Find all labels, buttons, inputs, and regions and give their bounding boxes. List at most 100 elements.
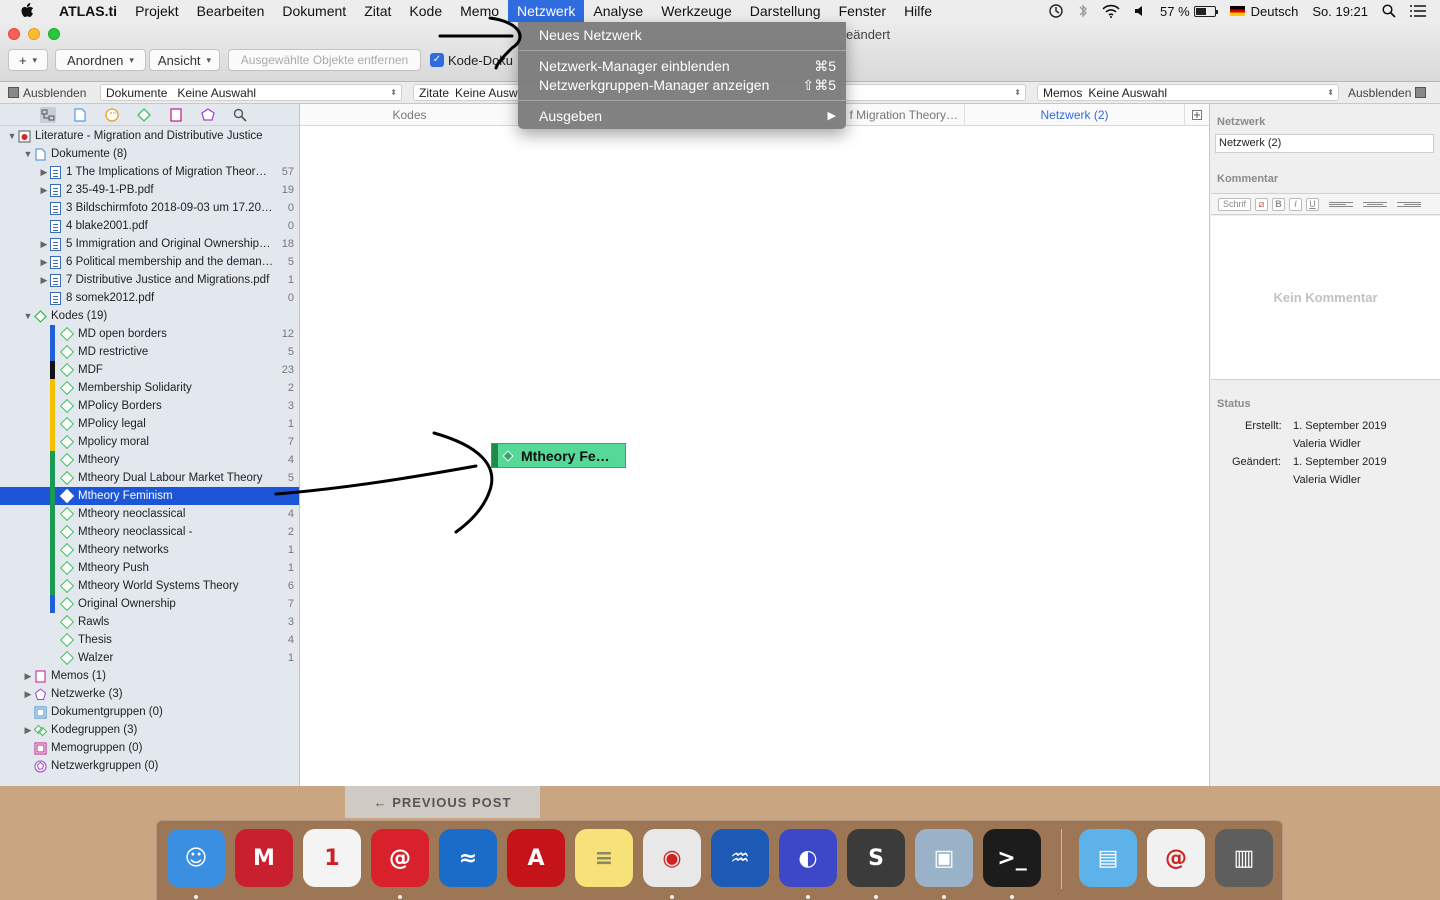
align-right-icon[interactable] xyxy=(1397,201,1421,207)
hide-right-panel-button[interactable]: Ausblenden xyxy=(1348,84,1430,101)
tree-codes-header[interactable]: ▼ Kodes (19) xyxy=(0,307,299,325)
menu-darstellung[interactable]: Darstellung xyxy=(741,0,830,22)
tree-code-item[interactable]: Mtheory neoclassical - 2 xyxy=(0,523,299,541)
tree-code-item[interactable]: MDF 23 xyxy=(0,361,299,379)
network-node-mtheory-feminism[interactable]: Mtheory Fe… xyxy=(491,443,626,468)
tree-code-item[interactable]: MD open borders 12 xyxy=(0,325,299,343)
dock-chrome-icon[interactable]: ◉ xyxy=(643,829,701,887)
dock-calendar-icon[interactable]: 1 xyxy=(303,829,361,887)
bold-button[interactable]: B xyxy=(1272,197,1285,211)
dock-sublime-icon[interactable]: S xyxy=(847,829,905,887)
previous-post-link[interactable]: ← PREVIOUS POST xyxy=(345,786,540,818)
align-left-icon[interactable] xyxy=(1329,201,1353,207)
tree-code-item[interactable]: Mtheory Dual Labour Market Theory 5 xyxy=(0,469,299,487)
tree-code-item[interactable]: Membership Solidarity 2 xyxy=(0,379,299,397)
disclosure-closed-icon[interactable]: ▶ xyxy=(22,689,34,700)
tree-code-item[interactable]: Mtheory 4 xyxy=(0,451,299,469)
tree-group-item[interactable]: Memogruppen (0) xyxy=(0,739,299,757)
tree-root-project[interactable]: ▼ Literature - Migration and Distributive… xyxy=(0,127,299,145)
comment-editor[interactable]: Kein Kommentar xyxy=(1211,216,1440,380)
menu-app-name[interactable]: ATLAS.ti xyxy=(50,0,126,22)
documents-filter[interactable]: Dokumente Keine Auswahl ⬍ xyxy=(100,84,402,101)
view-button[interactable]: Ansicht ▾ xyxy=(149,49,220,71)
tree-document-item[interactable]: 4 blake2001.pdf 0 xyxy=(0,217,299,235)
tree-code-item[interactable]: Mtheory networks 1 xyxy=(0,541,299,559)
dock-atlas-ti-icon[interactable]: @ xyxy=(371,829,429,887)
tree-code-item[interactable]: MPolicy legal 1 xyxy=(0,415,299,433)
color-button[interactable]: ⧄ xyxy=(1255,197,1268,211)
apple-icon[interactable] xyxy=(18,2,36,20)
battery-status[interactable]: 57 % xyxy=(1160,4,1218,19)
menu-bearbeiten[interactable]: Bearbeiten xyxy=(188,0,274,22)
dock-finder-icon[interactable]: ☺ xyxy=(167,829,225,887)
tree-code-item[interactable]: Thesis 4 xyxy=(0,631,299,649)
arrange-button[interactable]: Anordnen ▾ xyxy=(55,49,146,71)
tree-group-item[interactable]: Netzwerkgruppen (0) xyxy=(0,757,299,775)
close-window-button[interactable] xyxy=(8,28,20,40)
quotes-filter[interactable]: Zitate Keine Ausw xyxy=(413,84,523,101)
dock-trash-icon[interactable]: ▥ xyxy=(1215,829,1273,887)
disclosure-open-icon[interactable]: ▼ xyxy=(6,131,18,141)
tree-code-item[interactable]: Walzer 1 xyxy=(0,649,299,667)
disclosure-closed-icon[interactable]: ▶ xyxy=(38,185,50,196)
menu-zitat[interactable]: Zitat xyxy=(355,0,400,22)
quotes-icon[interactable]: "" xyxy=(104,107,120,123)
disclosure-closed-icon[interactable]: ▶ xyxy=(38,275,50,286)
tree-code-item[interactable]: Mpolicy moral 7 xyxy=(0,433,299,451)
documents-icon[interactable] xyxy=(72,107,88,123)
dock-openoffice-icon[interactable]: ≈ xyxy=(439,829,497,887)
menu-dokument[interactable]: Dokument xyxy=(273,0,355,22)
memos-filter[interactable]: Memos Keine Auswahl ⬍ xyxy=(1037,84,1339,101)
menu-werkzeuge[interactable]: Werkzeuge xyxy=(652,0,741,22)
tree-code-item[interactable]: Mtheory Feminism xyxy=(0,487,299,505)
codes-filter[interactable]: ⬍ xyxy=(840,84,1026,101)
notification-center-icon[interactable] xyxy=(1410,5,1426,17)
font-button[interactable]: Schrif xyxy=(1218,197,1251,211)
tab-network-2[interactable]: Netzwerk (2) xyxy=(965,104,1185,126)
networks-icon[interactable] xyxy=(200,107,216,123)
tab-codes[interactable]: Kodes xyxy=(300,104,520,126)
spotlight-search-icon[interactable] xyxy=(1382,4,1396,18)
menu-projekt[interactable]: Projekt xyxy=(126,0,188,22)
network-name-field[interactable]: Netzwerk (2) xyxy=(1215,134,1434,153)
tree-group-item[interactable]: ▶ Netzwerke (3) xyxy=(0,685,299,703)
add-tab-button[interactable] xyxy=(1185,104,1209,126)
tree-group-item[interactable]: ▶ Memos (1) xyxy=(0,667,299,685)
menu-item-new-network[interactable]: Neues Netzwerk xyxy=(539,26,836,44)
input-language[interactable]: Deutsch xyxy=(1229,4,1298,19)
tree-group-item[interactable]: Dokumentgruppen (0) xyxy=(0,703,299,721)
dock-firefox-icon[interactable]: ◐ xyxy=(779,829,837,887)
menu-item-export[interactable]: Ausgeben ▶ xyxy=(539,107,836,125)
remove-selected-button[interactable]: Ausgewählte Objekte entfernen xyxy=(228,49,421,71)
italic-button[interactable]: I xyxy=(1289,197,1302,211)
tree-code-item[interactable]: Mtheory neoclassical 4 xyxy=(0,505,299,523)
dock-preview-icon[interactable]: ▣ xyxy=(915,829,973,887)
menu-memo[interactable]: Memo xyxy=(451,0,508,22)
disclosure-closed-icon[interactable]: ▶ xyxy=(22,671,34,682)
tree-code-item[interactable]: MD restrictive 5 xyxy=(0,343,299,361)
tree-code-item[interactable]: Mtheory Push 1 xyxy=(0,559,299,577)
underline-button[interactable]: U xyxy=(1306,197,1319,211)
dock-acrobat-icon[interactable]: A xyxy=(507,829,565,887)
dock-terminal-icon[interactable]: >_ xyxy=(983,829,1041,887)
disclosure-closed-icon[interactable]: ▶ xyxy=(38,167,50,178)
tree-document-item[interactable]: ▶ 2 35-49-1-PB.pdf 19 xyxy=(0,181,299,199)
menu-kode[interactable]: Kode xyxy=(400,0,451,22)
menu-netzwerk[interactable]: Netzwerk xyxy=(508,0,585,22)
search-icon[interactable] xyxy=(232,107,248,123)
tree-document-item[interactable]: ▶ 7 Distributive Justice and Migrations.p… xyxy=(0,271,299,289)
dock-audio-app-icon[interactable]: ♒ xyxy=(711,829,769,887)
tree-documents-header[interactable]: ▼ Dokumente (8) xyxy=(0,145,299,163)
zoom-window-button[interactable] xyxy=(48,28,60,40)
menu-fenster[interactable]: Fenster xyxy=(830,0,895,22)
time-machine-icon[interactable] xyxy=(1048,3,1064,19)
memos-icon[interactable] xyxy=(168,107,184,123)
tree-code-item[interactable]: Original Ownership 7 xyxy=(0,595,299,613)
dock-notes-icon[interactable]: ≡ xyxy=(575,829,633,887)
dock-mendeley-icon[interactable]: M xyxy=(235,829,293,887)
code-doc-checkbox[interactable]: ✓ xyxy=(430,53,444,67)
bluetooth-icon[interactable] xyxy=(1078,3,1088,19)
tree-document-item[interactable]: 3 Bildschirmfoto 2018-09-03 um 17.20… 0 xyxy=(0,199,299,217)
disclosure-open-icon[interactable]: ▼ xyxy=(22,311,34,321)
menu-hilfe[interactable]: Hilfe xyxy=(895,0,941,22)
